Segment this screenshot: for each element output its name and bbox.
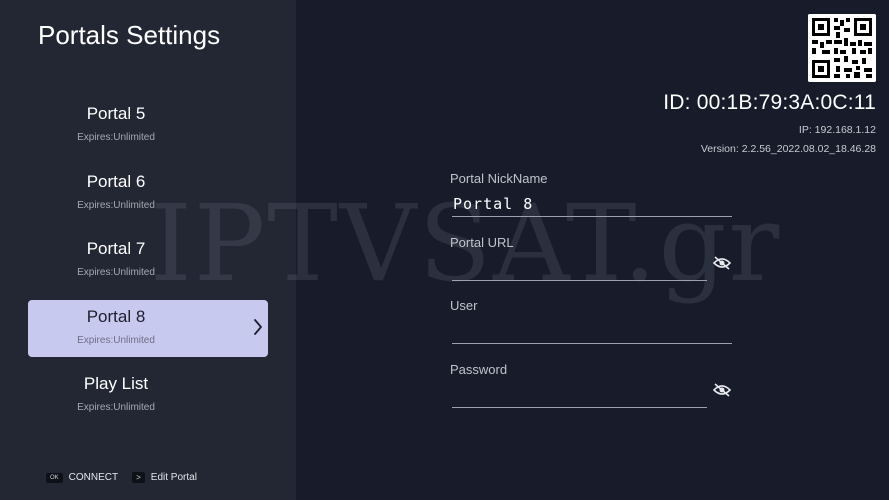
portal-list: Portal 5 Expires:Unlimited Portal 6 Expi… bbox=[28, 97, 268, 435]
portal-name: Portal 6 bbox=[86, 171, 146, 191]
eye-off-icon[interactable] bbox=[713, 383, 731, 397]
device-ip: IP: 192.168.1.12 bbox=[798, 124, 876, 136]
right-panel bbox=[296, 0, 889, 500]
device-id: ID: 00:1B:79:3A:0C:11 bbox=[663, 91, 876, 114]
url-label: Portal URL bbox=[450, 235, 514, 250]
footer-hints: OK CONNECT > Edit Portal bbox=[46, 472, 197, 483]
nickname-field[interactable]: Portal 8 bbox=[453, 195, 533, 213]
portal-name: Portal 5 bbox=[86, 104, 146, 123]
portal-item-5[interactable]: Portal 5 Expires:Unlimited bbox=[28, 97, 204, 154]
portal-name: Portal 7 bbox=[86, 239, 146, 258]
password-underline bbox=[452, 407, 707, 408]
url-underline bbox=[452, 280, 707, 281]
nickname-underline bbox=[452, 216, 732, 217]
portal-expires: Expires:Unlimited bbox=[77, 334, 155, 346]
portal-item-7[interactable]: Portal 7 Expires:Unlimited bbox=[28, 232, 204, 289]
portal-item-6[interactable]: Portal 6 Expires:Unlimited bbox=[28, 165, 204, 222]
portal-expires: Expires:Unlimited bbox=[77, 199, 155, 211]
portal-name: Play List bbox=[83, 374, 149, 393]
portal-expires: Expires:Unlimited bbox=[77, 267, 155, 278]
portal-expires: Expires:Unlimited bbox=[77, 402, 155, 413]
app-version: Version: 2.2.56_2022.08.02_18.46.28 bbox=[700, 143, 876, 155]
connect-hint: CONNECT bbox=[68, 472, 119, 483]
edit-portal-hint: Edit Portal bbox=[150, 472, 197, 483]
user-underline bbox=[452, 343, 732, 344]
portal-item-8[interactable]: Portal 8 Expires:Unlimited bbox=[28, 299, 268, 357]
user-label: User bbox=[450, 298, 478, 313]
password-label: Password bbox=[450, 362, 508, 377]
portal-expires: Expires:Unlimited bbox=[77, 132, 155, 143]
nickname-label: Portal NickName bbox=[450, 171, 548, 186]
portal-name: Portal 8 bbox=[86, 306, 146, 326]
portal-item-playlist[interactable]: Play List Expires:Unlimited bbox=[28, 367, 204, 424]
qr-code-icon bbox=[808, 14, 876, 82]
arrow-key-icon: > bbox=[132, 472, 145, 483]
ok-key-icon: OK bbox=[46, 472, 63, 483]
chevron-right-icon bbox=[254, 318, 262, 335]
eye-off-icon[interactable] bbox=[713, 256, 731, 270]
page-title: Portals Settings bbox=[38, 20, 221, 50]
